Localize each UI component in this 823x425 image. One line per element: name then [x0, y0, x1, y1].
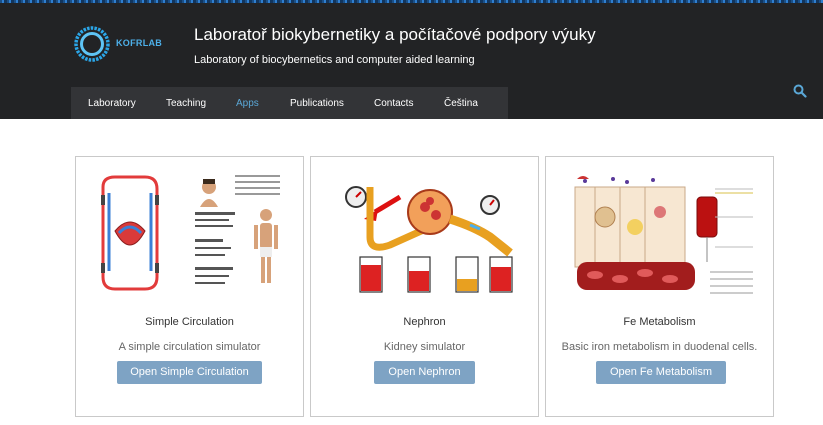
logo-text: KOFRLAB [116, 38, 163, 48]
main-navigation: Laboratory Teaching Apps Publications Co… [71, 87, 508, 119]
card-description: Kidney simulator [383, 341, 466, 353]
site-subtitle: Laboratory of biocybernetics and compute… [194, 54, 475, 66]
logo-ring-icon [74, 26, 110, 62]
header-top-stripe [0, 0, 823, 3]
nav-item-publications[interactable]: Publications [290, 98, 344, 109]
app-card-fe-metabolism: Fe Metabolism Basic iron metabolism in d… [545, 156, 774, 417]
nav-item-apps[interactable]: Apps [236, 98, 259, 109]
simple-circulation-illustration [101, 175, 280, 291]
nav-item-laboratory[interactable]: Laboratory [88, 98, 136, 109]
nav-item-cestina[interactable]: Čeština [444, 98, 478, 109]
nephron-illustration [345, 186, 513, 293]
fe-metabolism-illustration [574, 176, 753, 294]
search-icon[interactable] [793, 84, 807, 98]
nav-item-contacts[interactable]: Contacts [374, 98, 413, 109]
open-simple-circulation-button[interactable]: Open Simple Circulation [117, 361, 262, 384]
nav-item-teaching[interactable]: Teaching [166, 98, 206, 109]
app-card-nephron: Nephron Kidney simulator Open Nephron [310, 156, 539, 417]
card-description: A simple circulation simulator [118, 341, 261, 353]
card-title: Simple Circulation [145, 316, 234, 328]
open-fe-metabolism-button[interactable]: Open Fe Metabolism [596, 361, 726, 384]
card-title: Nephron [403, 316, 446, 328]
card-description: Basic iron metabolism in duodenal cells. [561, 341, 758, 353]
site-title: Laboratoř biokybernetiky a počítačové po… [194, 25, 596, 44]
site-header: KOFRLAB Laboratoř biokybernetiky a počít… [0, 0, 823, 119]
app-card-simple-circulation: Simple Circulation A simple circulation … [75, 156, 304, 417]
open-nephron-button[interactable]: Open Nephron [374, 361, 475, 384]
card-title: Fe Metabolism [623, 316, 696, 328]
